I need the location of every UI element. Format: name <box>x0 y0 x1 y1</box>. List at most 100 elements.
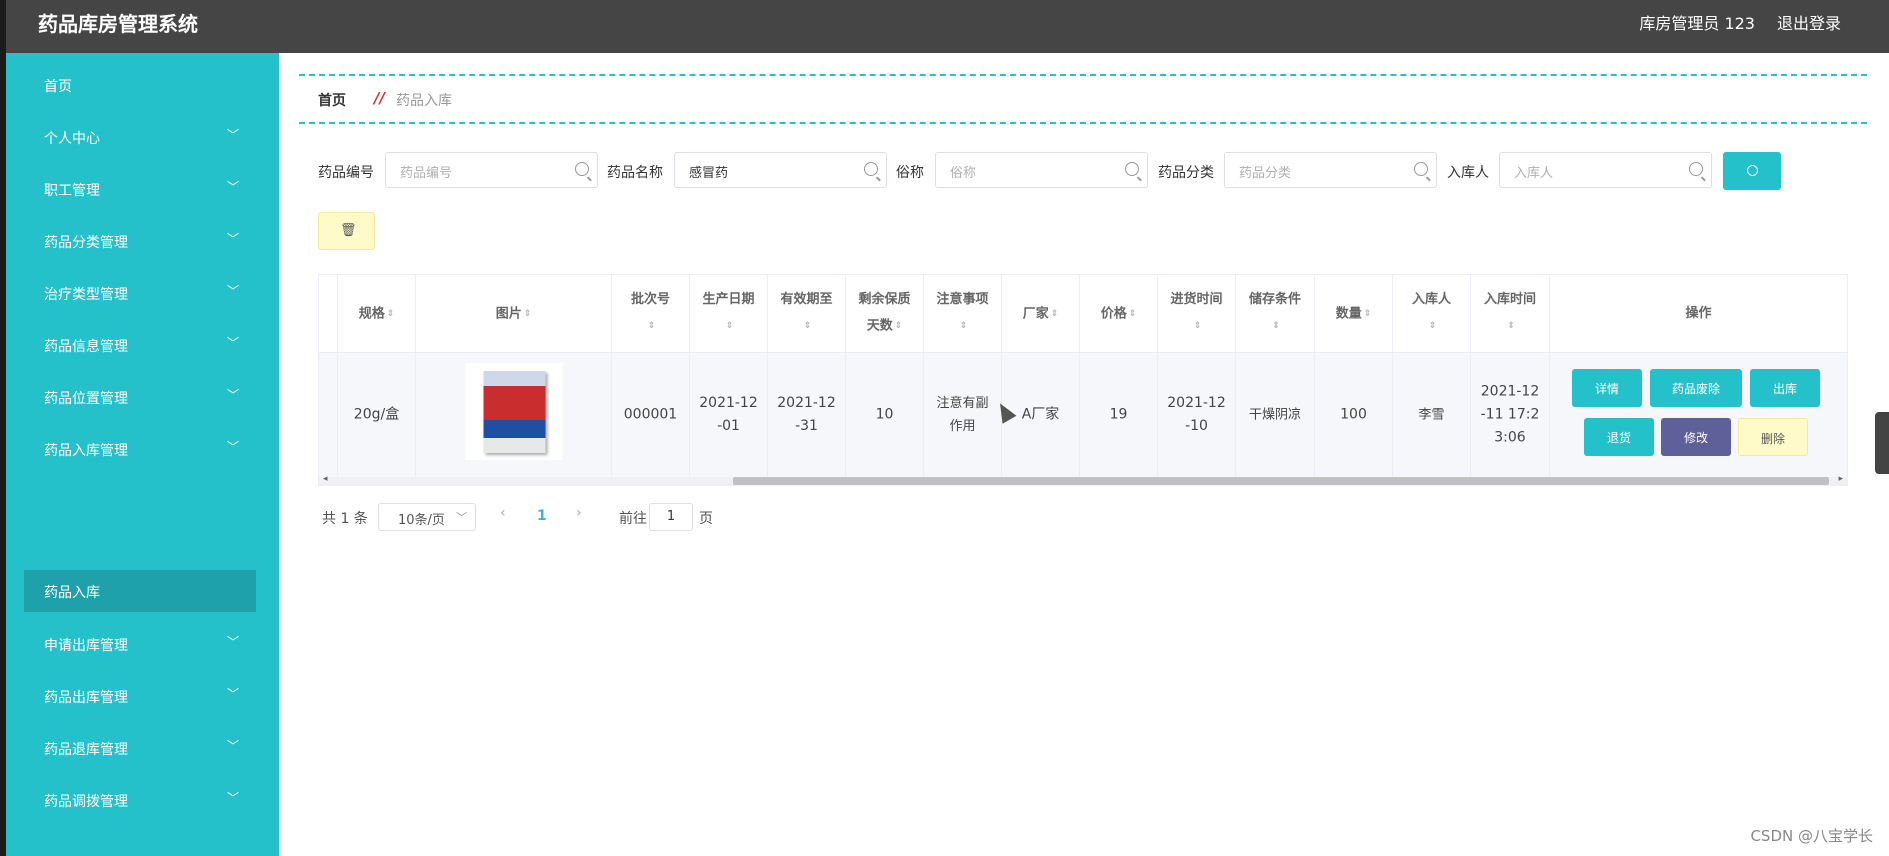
breadcrumb-current: 药品入库 <box>396 93 452 109</box>
table-header-batch[interactable]: 批次号 ⇕ <box>612 275 690 353</box>
sidebar-item-return[interactable]: 药品退库管理 ﹀ <box>6 728 279 768</box>
search-button[interactable] <box>1723 152 1781 190</box>
sidebar-item-transfer[interactable]: 药品调拨管理 ﹀ <box>6 780 279 820</box>
header-label: 图片 <box>495 306 522 322</box>
cell-value: 10 <box>875 406 894 423</box>
table-header-remaining[interactable]: 剩余保质 天数 ⇕ <box>846 275 924 353</box>
table-cell-image <box>416 353 612 477</box>
stock-out-button-label: 出库 <box>1772 382 1797 396</box>
search-label-name: 药品名称 <box>607 165 663 181</box>
pagination-total: 共 1 条 <box>322 511 368 527</box>
header-label: 厂家 <box>1022 306 1049 322</box>
sort-icon[interactable]: ⇕ <box>387 301 395 327</box>
scrap-button[interactable]: 药品废除 <box>1650 369 1742 407</box>
goto-label: 前往 <box>619 511 647 527</box>
header-label: 储存条件 <box>1248 292 1301 307</box>
search-input-code[interactable]: 药品编号 <box>385 152 598 188</box>
sidebar-item-staff[interactable]: 职工管理 ﹀ <box>6 169 279 209</box>
cell-value: -10 <box>1185 418 1208 434</box>
current-user: 库房管理员 123 <box>1639 14 1755 33</box>
sort-icon[interactable]: ⇕ <box>1194 313 1202 339</box>
return-button[interactable]: 退货 <box>1584 418 1654 456</box>
chevron-down-icon: ﹀ <box>226 791 239 805</box>
logout-link[interactable]: 退出登录 <box>1777 10 1841 34</box>
table-header-in-time[interactable]: 入库时间 ⇕ <box>1471 275 1550 353</box>
sidebar: 首页 个人中心 ﹀ 职工管理 ﹀ 药品分类管理 ﹀ 治疗类型管理 ﹀ 药品信息管理 ﹀ 药… <box>6 53 279 856</box>
side-handle[interactable] <box>1875 412 1889 474</box>
sidebar-item-stock-out[interactable]: 药品出库管理 ﹀ <box>6 676 279 716</box>
table-header-select <box>319 275 338 353</box>
search-label-receiver: 入库人 <box>1447 165 1489 181</box>
sort-icon[interactable]: ⇕ <box>1272 313 1280 339</box>
sort-icon[interactable]: ⇕ <box>804 313 812 339</box>
batch-delete-button[interactable]: 🗑 <box>318 212 375 250</box>
search-icon <box>864 162 878 176</box>
page-size-select[interactable]: 10条/页 ﹀ <box>378 503 476 531</box>
table-header-maker[interactable]: 厂家 ⇕ <box>1002 275 1080 353</box>
stock-out-button[interactable]: 出库 <box>1750 369 1820 407</box>
sidebar-item-stock-in[interactable]: 药品入库管理 ﹀ <box>6 429 279 469</box>
search-icon <box>1414 162 1428 176</box>
sidebar-item-label: 药品退库管理 <box>44 742 128 758</box>
sidebar-item-treatment[interactable]: 治疗类型管理 ﹀ <box>6 273 279 313</box>
sort-icon[interactable]: ⇕ <box>524 301 532 327</box>
sidebar-item-category[interactable]: 药品分类管理 ﹀ <box>6 221 279 261</box>
table-header-receiver[interactable]: 入库人 ⇕ <box>1393 275 1471 353</box>
sort-icon[interactable]: ⇕ <box>1129 301 1137 327</box>
sidebar-item-home[interactable]: 首页 <box>6 65 279 105</box>
sort-icon[interactable]: ⇕ <box>1429 313 1437 339</box>
delete-button[interactable]: 删除 <box>1738 418 1808 456</box>
page-number-current[interactable]: 1 <box>537 508 547 524</box>
sidebar-item-drug-info[interactable]: 药品信息管理 ﹀ <box>6 325 279 365</box>
breadcrumb-home[interactable]: 首页 <box>318 90 346 110</box>
sort-icon[interactable]: ⇕ <box>895 313 903 339</box>
sort-icon[interactable]: ⇕ <box>1051 301 1059 327</box>
table-header-expiry[interactable]: 有效期至 ⇕ <box>768 275 846 353</box>
cell-value: 3:06 <box>1494 429 1526 446</box>
goto-page-input[interactable]: 1 <box>649 503 693 531</box>
chevron-down-icon: ﹀ <box>226 635 239 649</box>
cell-value: 2021-12 <box>1480 383 1540 400</box>
edit-button[interactable]: 修改 <box>1661 418 1731 456</box>
medicine-box-image[interactable] <box>465 363 562 460</box>
sidebar-item-location[interactable]: 药品位置管理 ﹀ <box>6 377 279 417</box>
sidebar-item-personal[interactable]: 个人中心 ﹀ <box>6 117 279 157</box>
app-title: 药品库房管理系统 <box>38 12 198 36</box>
sidebar-subitem-stock-in[interactable]: 药品入库 <box>24 570 256 612</box>
horizontal-scrollbar[interactable]: ◂ ▸ <box>319 474 1847 485</box>
cell-value: 000001 <box>623 406 678 423</box>
table-header-image[interactable]: 图片 ⇕ <box>416 275 612 353</box>
chevron-down-icon: ﹀ <box>226 388 239 402</box>
sort-icon[interactable]: ⇕ <box>648 313 656 339</box>
sidebar-item-label: 药品位置管理 <box>44 391 128 407</box>
scroll-left-icon[interactable]: ◂ <box>323 474 328 484</box>
table-header-spec[interactable]: 规格 ⇕ <box>338 275 416 353</box>
table-header-notes[interactable]: 注意事项 ⇕ <box>924 275 1002 353</box>
search-input-name[interactable]: 感冒药 <box>674 152 887 188</box>
table-header-prod-date[interactable]: 生产日期 ⇕ <box>690 275 768 353</box>
next-page-icon[interactable]: › <box>576 505 582 521</box>
detail-button[interactable]: 详情 <box>1572 369 1642 407</box>
search-input-category[interactable]: 药品分类 <box>1224 152 1437 188</box>
scrollbar-thumb[interactable] <box>733 477 1829 485</box>
chevron-down-icon: ﹀ <box>226 687 239 701</box>
table-cell-expiry: 2021-12 -31 <box>768 353 846 477</box>
sidebar-item-label: 药品分类管理 <box>44 235 128 251</box>
table-header-storage[interactable]: 储存条件 ⇕ <box>1236 275 1315 353</box>
sort-icon[interactable]: ⇕ <box>726 313 734 339</box>
table-header-qty[interactable]: 数量 ⇕ <box>1315 275 1393 353</box>
search-input-placeholder: 俗称 <box>950 166 977 181</box>
search-input-receiver[interactable]: 入库人 <box>1499 152 1712 188</box>
search-input-alias[interactable]: 俗称 <box>935 152 1148 188</box>
sort-icon[interactable]: ⇕ <box>960 313 968 339</box>
table-header-purchase-time[interactable]: 进货时间 ⇕ <box>1158 275 1236 353</box>
prev-page-icon[interactable]: ‹ <box>500 505 506 521</box>
table-header-price[interactable]: 价格 ⇕ <box>1080 275 1158 353</box>
sidebar-item-apply-out[interactable]: 申请出库管理 ﹀ <box>6 624 279 664</box>
header-label: 入库人 <box>1411 292 1451 307</box>
table-cell-purchase-time: 2021-12 -10 <box>1158 353 1236 477</box>
search-input-value: 感冒药 <box>689 166 729 181</box>
sort-icon[interactable]: ⇕ <box>1364 301 1372 327</box>
sort-icon[interactable]: ⇕ <box>1507 313 1515 339</box>
scroll-right-icon[interactable]: ▸ <box>1838 474 1843 484</box>
